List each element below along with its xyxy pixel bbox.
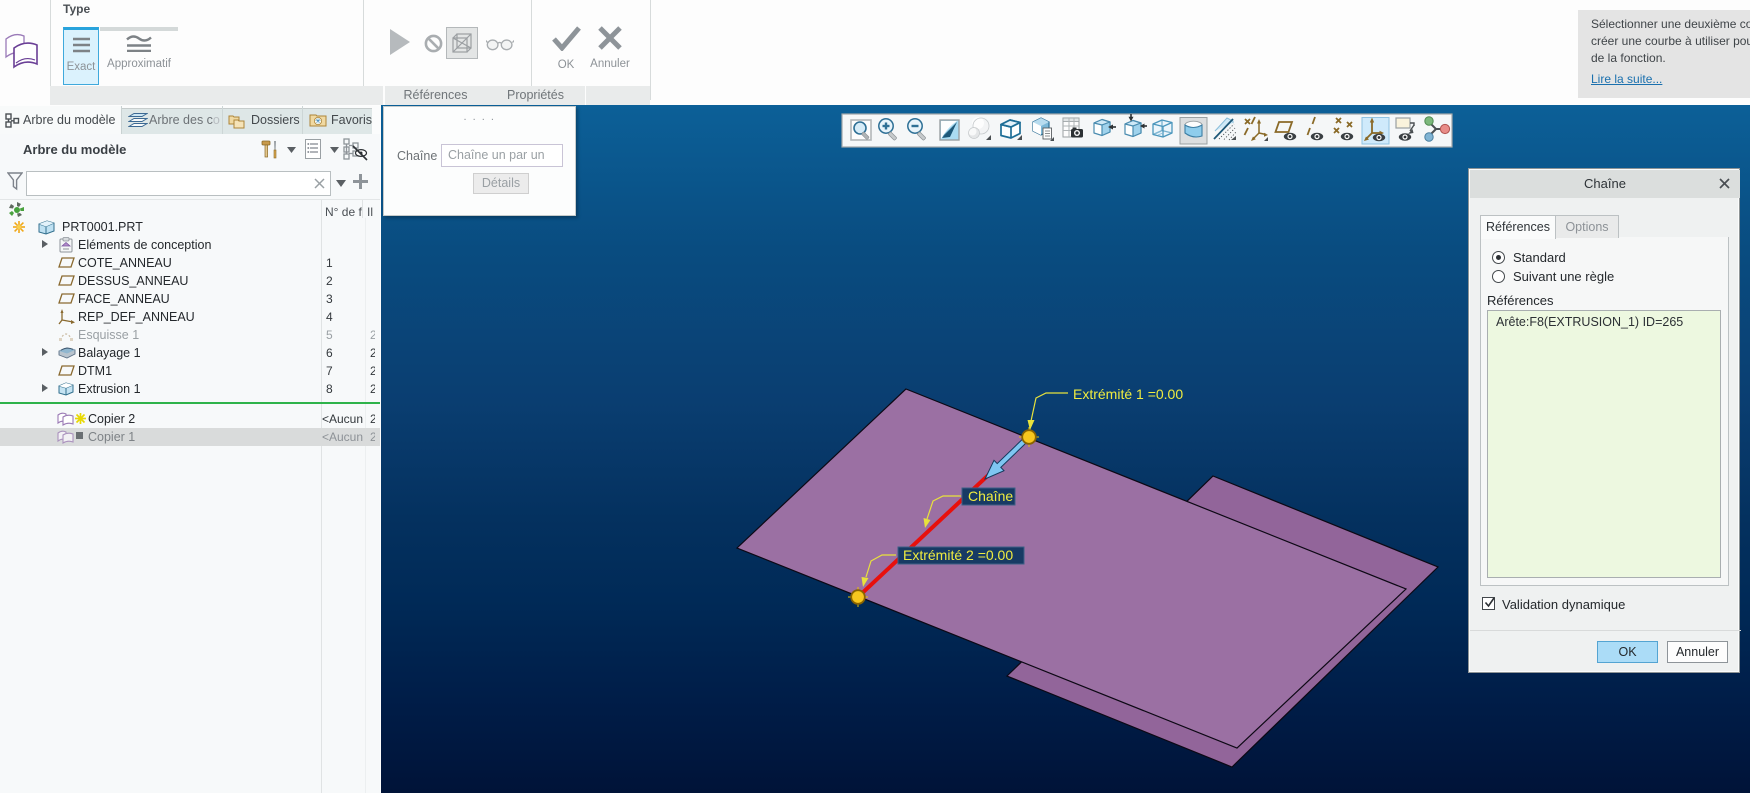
svg-text:Extrémité 2 =0.00: Extrémité 2 =0.00 xyxy=(903,547,1013,563)
svg-text:Chaîne: Chaîne xyxy=(968,488,1013,504)
svg-text:✳: ✳ xyxy=(315,117,322,126)
svg-text:Extrémité 1 =0.00: Extrémité 1 =0.00 xyxy=(1073,386,1183,402)
